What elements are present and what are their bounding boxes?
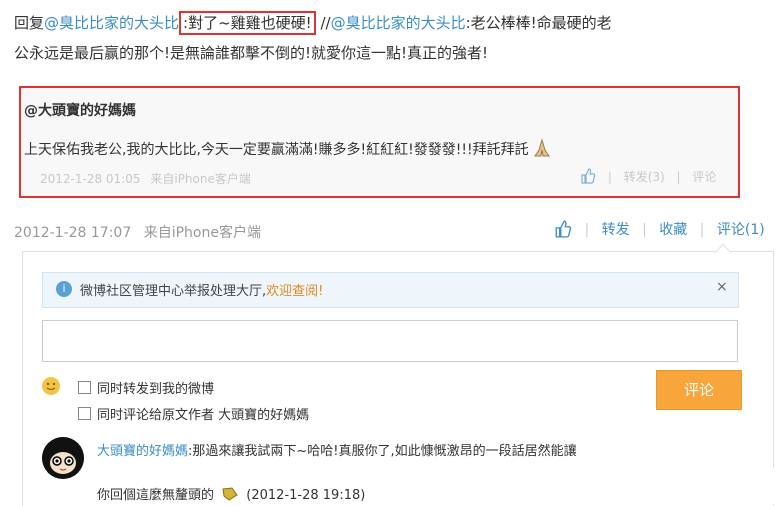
reply-comment-cont: 你回個這麼無釐頭的 (2012-1-28 19:18)	[97, 484, 365, 503]
mention-link[interactable]: @臭比比家的大头比	[44, 14, 179, 32]
pray-emoji-icon	[531, 138, 553, 158]
post-time[interactable]: 2012-1-28 17:07	[14, 225, 131, 241]
repost-link[interactable]: 转发	[602, 222, 630, 238]
avatar[interactable]	[42, 437, 84, 479]
post-source: 来自iPhone客户端	[143, 225, 261, 241]
option-repost: 同时转发到我的微博	[78, 378, 214, 397]
submit-comment-button[interactable]: 评论	[656, 370, 742, 410]
option-comment-original: 同时评论给原文作者 大頭寶的好媽媽	[78, 404, 309, 423]
quoted-author[interactable]: @大頭寶的好媽媽	[24, 100, 136, 120]
repost-checkbox[interactable]	[78, 381, 91, 394]
reply-prefix: 回复	[14, 14, 45, 32]
divider: |	[676, 170, 681, 184]
panel-pointer-icon	[715, 243, 731, 253]
notice-link[interactable]: 欢迎查阅!	[266, 284, 323, 299]
reply-time: (2012-1-28 19:18)	[246, 488, 366, 503]
blank-area	[520, 468, 780, 505]
post-meta: 2012-1-28 17:07 来自iPhone客户端	[14, 222, 261, 242]
reply-author[interactable]: 大頭寶的好媽媽	[97, 444, 188, 459]
repost-separator: //	[315, 14, 331, 32]
post-text-tail: :老公棒棒!命最硬的老	[465, 14, 612, 32]
like-icon[interactable]	[580, 168, 596, 184]
post-text-line2: 公永远是最后赢的那个!是無論誰都擊不倒的!就愛你這一點!真正的強者!	[14, 44, 489, 62]
quoted-comment-link[interactable]: 评论	[692, 170, 716, 184]
info-icon: i	[56, 281, 72, 297]
quoted-body: 上天保佑我老公,我的大比比,今天一定要赢滿滿!賺多多!紅紅紅!發發發!!!拜託拜…	[24, 138, 553, 159]
reply-text: :那過來讓我試兩下~哈哈!真服你了,如此慷慨激昂的一段話居然能讓	[188, 444, 577, 459]
emoticon-icon	[222, 487, 238, 501]
close-icon[interactable]: ×	[716, 279, 728, 295]
like-icon[interactable]	[554, 220, 572, 238]
repost-option-label: 同时转发到我的微博	[97, 382, 215, 397]
quoted-meta: 2012-1-28 01:05 来自iPhone客户端	[40, 170, 251, 187]
divider: |	[699, 222, 705, 238]
post-text: 回复@臭比比家的大头比:對了~雞雞也硬硬! //@臭比比家的大头比:老公棒棒!命…	[14, 8, 774, 68]
divider: |	[584, 222, 590, 238]
post-actions: | 转发 | 收藏 | 评论(1)	[554, 219, 765, 239]
notice-message: 微博社区管理中心举报处理大厅,	[80, 284, 267, 299]
comment-link[interactable]: 评论(1)	[717, 222, 765, 238]
comment-input[interactable]	[42, 320, 738, 362]
quoted-actions: | 转发(3) | 评论	[580, 168, 716, 185]
mention-link-2[interactable]: @臭比比家的大头比	[331, 14, 466, 32]
quoted-repost-link[interactable]: 转发(3)	[624, 170, 665, 184]
comment-original-checkbox[interactable]	[78, 407, 91, 420]
divider: |	[642, 222, 647, 238]
favorite-link[interactable]: 收藏	[659, 222, 687, 238]
quoted-time[interactable]: 2012-1-28 01:05	[40, 172, 141, 186]
highlighted-text: :對了~雞雞也硬硬!	[179, 11, 316, 35]
quoted-body-text: 上天保佑我老公,我的大比比,今天一定要赢滿滿!賺多多!紅紅紅!發發發!!!拜託拜…	[24, 142, 529, 158]
emoji-picker-icon[interactable]	[42, 377, 60, 395]
divider: |	[607, 170, 612, 184]
reply-text-cont: 你回個這麼無釐頭的	[97, 488, 215, 503]
reply-comment: 大頭寶的好媽媽:那過來讓我試兩下~哈哈!真服你了,如此慷慨激昂的一段話居然能讓	[97, 440, 577, 459]
comment-original-label: 同时评论给原文作者 大頭寶的好媽媽	[97, 408, 310, 423]
notice-text: 微博社区管理中心举报处理大厅,欢迎查阅!	[80, 280, 323, 299]
quoted-source: 来自iPhone客户端	[150, 172, 251, 186]
